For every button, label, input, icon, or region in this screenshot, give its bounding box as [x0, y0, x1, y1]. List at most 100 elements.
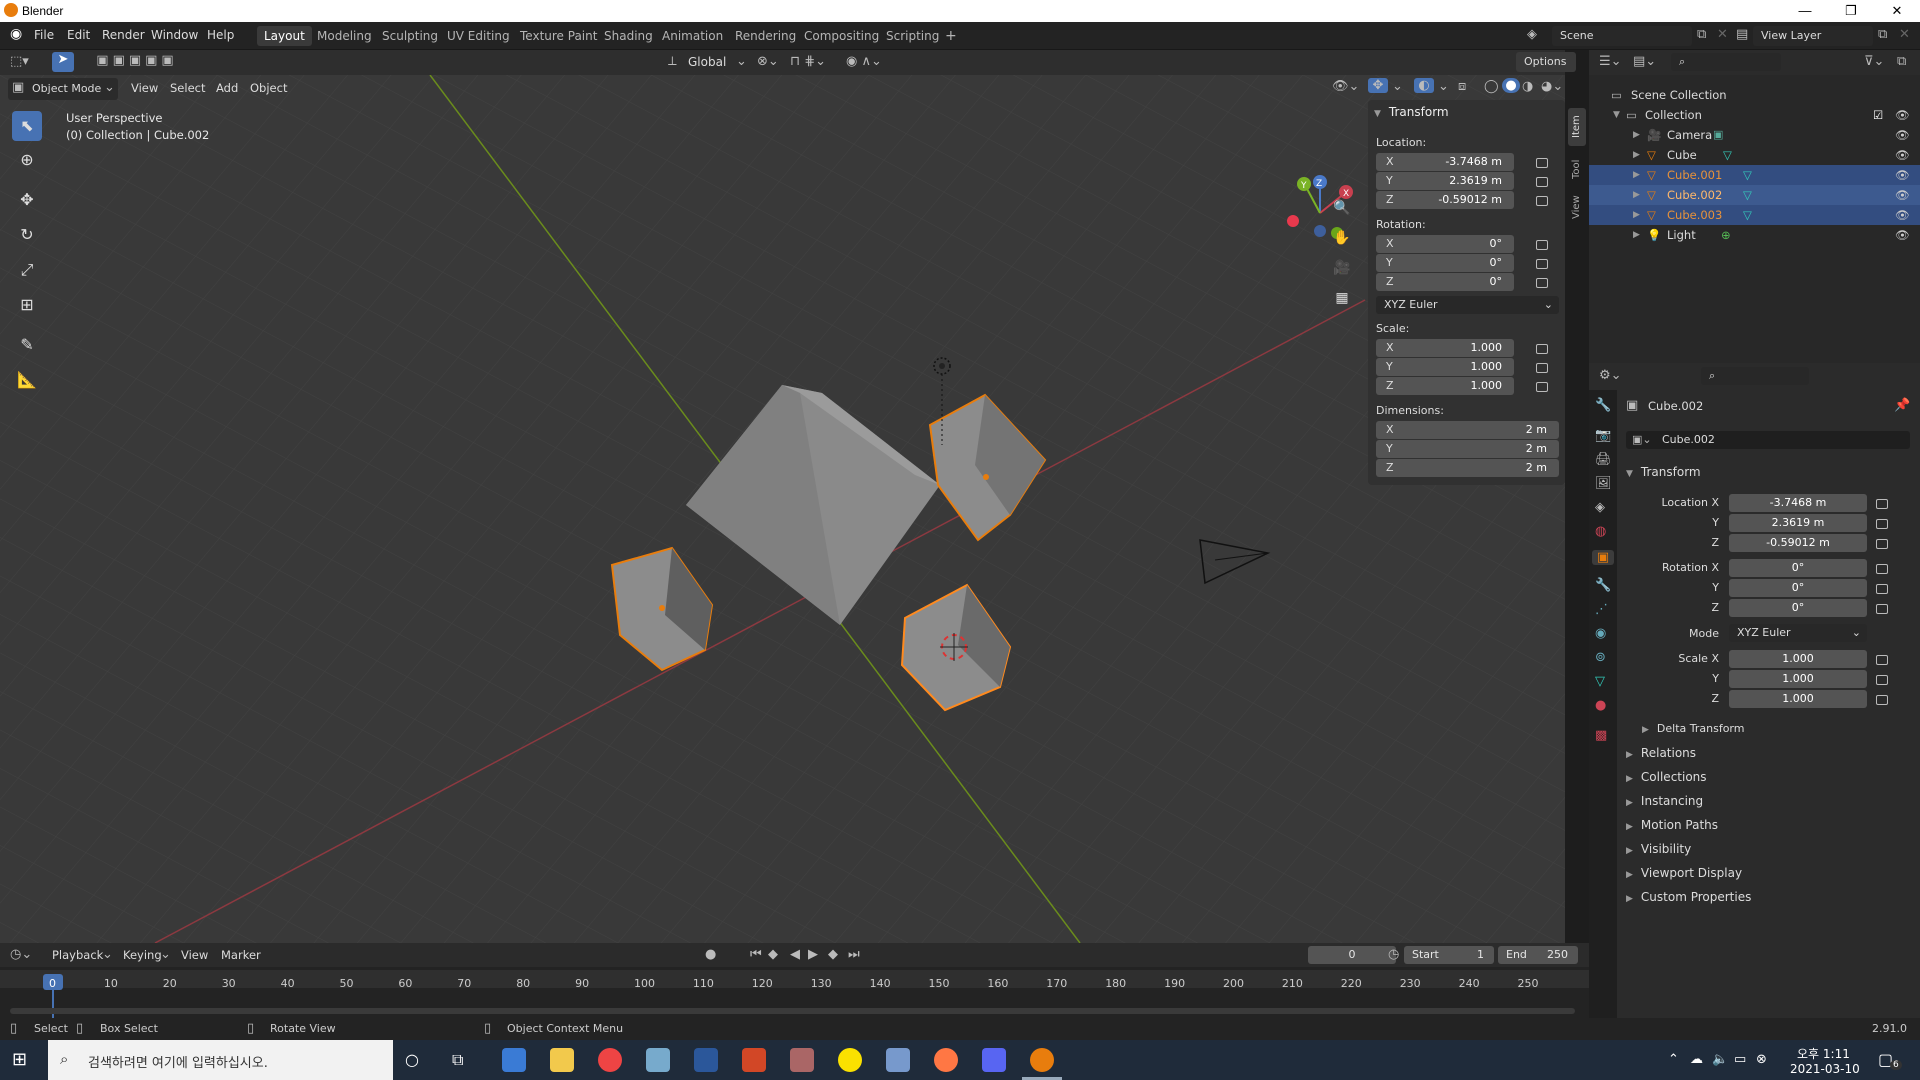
options-dropdown[interactable]: Options	[1516, 52, 1576, 72]
outliner-search-input[interactable]: ⌕	[1671, 53, 1781, 71]
tab-uv-editing[interactable]: UV Editing	[440, 26, 517, 46]
viewport-menu-object[interactable]: Object	[250, 81, 287, 95]
prop-scale-z-field[interactable]: 1.000	[1729, 690, 1867, 708]
cursor-tool[interactable]: ⊕	[12, 145, 42, 175]
lock-icon[interactable]	[1876, 695, 1888, 705]
move-tool[interactable]: ✥	[12, 185, 42, 215]
tab-view[interactable]: View	[1568, 190, 1586, 224]
new-view-layer-icon[interactable]: ⧉	[1878, 27, 1887, 42]
firefox-icon[interactable]	[934, 1048, 958, 1072]
tab-animation[interactable]: Animation	[655, 26, 730, 46]
properties-editor-type-icon[interactable]: ⚙⌄	[1599, 368, 1622, 383]
prop-rotation-z-field[interactable]: 0°	[1729, 599, 1867, 617]
transform-tool[interactable]: ⊞	[12, 290, 42, 320]
camera-view-icon[interactable]: 🎥	[1327, 253, 1357, 283]
lock-icon[interactable]	[1536, 177, 1548, 187]
jump-keyframe-back-icon[interactable]: ◆	[768, 947, 778, 962]
prop-location-z-field[interactable]: -0.59012 m	[1729, 534, 1867, 552]
file-explorer-icon[interactable]	[550, 1048, 574, 1072]
clock-icon[interactable]: ◷	[1388, 947, 1399, 962]
viewport-menu-add[interactable]: Add	[216, 81, 238, 95]
custom-properties-section[interactable]: ▶ Custom Properties	[1626, 890, 1751, 904]
world-tab-icon[interactable]: ◍	[1595, 524, 1606, 539]
object-tab-icon[interactable]: ▣	[1592, 550, 1614, 565]
prop-rotation-y-field[interactable]: 0°	[1729, 579, 1867, 597]
view-layer-selector[interactable]: View Layer	[1753, 26, 1873, 46]
kakaotalk-icon[interactable]	[838, 1048, 862, 1072]
minimize-button[interactable]: —	[1782, 0, 1828, 22]
windows-start-icon[interactable]: ⊞	[12, 1049, 27, 1070]
location-y-field[interactable]: Y 2.3619 m	[1376, 172, 1514, 190]
object-datablock-field[interactable]: ▣⌄ Cube.002	[1626, 431, 1910, 449]
lock-icon[interactable]	[1536, 278, 1548, 288]
lock-icon[interactable]	[1876, 499, 1888, 509]
motion-paths-section[interactable]: ▶ Motion Paths	[1626, 818, 1718, 832]
tab-sculpting[interactable]: Sculpting	[375, 26, 445, 46]
tray-volume-icon[interactable]: 🔈	[1712, 1052, 1728, 1067]
scale-z-field[interactable]: Z 1.000	[1376, 377, 1514, 395]
gizmo-toggle-icon[interactable]: ✥	[1368, 78, 1388, 93]
timeline-menu-view[interactable]: View	[181, 948, 208, 962]
material-tab-icon[interactable]: ●	[1595, 698, 1606, 713]
visibility-section[interactable]: ▶ Visibility	[1626, 842, 1691, 856]
viewport-menu-view[interactable]: View	[131, 81, 158, 95]
pin-icon[interactable]: 📌	[1894, 398, 1910, 413]
selection-mode-icons[interactable]: ▣▣▣▣▣	[92, 53, 182, 68]
wireframe-shading-icon[interactable]: ◯	[1484, 79, 1499, 94]
rendered-shading-icon[interactable]: ◕⌄	[1541, 79, 1563, 94]
prop-location-y-field[interactable]: 2.3619 m	[1729, 514, 1867, 532]
app-icon[interactable]	[646, 1048, 670, 1072]
outliner-item-cube-002[interactable]: ▶ ▽ Cube.002 ▽ 👁	[1589, 185, 1920, 205]
location-x-field[interactable]: X -3.7468 m	[1376, 153, 1514, 171]
lock-icon[interactable]	[1536, 363, 1548, 373]
lock-icon[interactable]	[1536, 196, 1548, 206]
jump-end-icon[interactable]: ⏭	[848, 947, 860, 962]
constraints-tab-icon[interactable]: ⊚	[1595, 650, 1606, 665]
outliner-item-cube[interactable]: ▶ ▽ Cube ▽ 👁	[1589, 145, 1920, 165]
measure-tool[interactable]: 📐	[12, 365, 42, 395]
menu-file[interactable]: File	[34, 28, 54, 42]
outliner-item-cube-003[interactable]: ▶ ▽ Cube.003 ▽ 👁	[1589, 205, 1920, 225]
modifiers-tab-icon[interactable]: 🔧	[1595, 578, 1611, 593]
tab-modeling[interactable]: Modeling	[310, 26, 379, 46]
outliner-collection[interactable]: ▼ ▭ Collection ☑ 👁	[1589, 105, 1920, 125]
chevron-down-icon[interactable]: ⌄	[1392, 79, 1403, 94]
tab-tool[interactable]: Tool	[1568, 152, 1586, 186]
tab-texture-paint[interactable]: Texture Paint	[513, 26, 604, 46]
new-collection-icon[interactable]: ⧉	[1897, 54, 1906, 69]
lock-icon[interactable]	[1536, 382, 1548, 392]
jump-start-icon[interactable]: ⏮	[750, 947, 762, 962]
powerpoint-icon[interactable]	[742, 1048, 766, 1072]
outliner-editor-type-icon[interactable]: ☰⌄	[1599, 54, 1622, 69]
menu-window[interactable]: Window	[151, 28, 198, 42]
lock-icon[interactable]	[1876, 519, 1888, 529]
close-button[interactable]: ✕	[1874, 0, 1920, 22]
object-data-tab-icon[interactable]: ▽	[1595, 674, 1605, 689]
auto-keying-icon[interactable]: ●	[705, 947, 716, 962]
filter-icon[interactable]: ⊽⌄	[1864, 54, 1884, 69]
lock-icon[interactable]	[1876, 564, 1888, 574]
tab-shading[interactable]: Shading	[597, 26, 660, 46]
pan-hand-icon[interactable]: ✋	[1327, 223, 1357, 253]
menu-edit[interactable]: Edit	[67, 28, 90, 42]
transform-panel-header[interactable]: ▼ Transform	[1374, 105, 1449, 119]
taskbar-search-box[interactable]: ⌕ 검색하려면 여기에 입력하십시오.	[48, 1040, 393, 1080]
lock-icon[interactable]	[1876, 655, 1888, 665]
cortana-icon[interactable]: ○	[405, 1050, 419, 1069]
timeline-editor-type-icon[interactable]: ◷⌄	[10, 947, 32, 962]
proportional-editing-icon[interactable]: ◉ ∧⌄	[846, 54, 882, 69]
object-mode-dropdown[interactable]: ▣ Object Mode ⌄	[8, 78, 118, 100]
lock-icon[interactable]	[1876, 604, 1888, 614]
current-frame-field[interactable]: 0	[1308, 946, 1396, 964]
lock-icon[interactable]	[1536, 259, 1548, 269]
location-z-field[interactable]: Z -0.59012 m	[1376, 191, 1514, 209]
jump-keyframe-forward-icon[interactable]: ◆	[828, 947, 838, 962]
zoom-icon[interactable]: 🔍	[1327, 193, 1357, 223]
timeline-menu-keying[interactable]: Keying	[123, 948, 162, 962]
prop-location-x-field[interactable]: -3.7468 m	[1729, 494, 1867, 512]
scale-tool[interactable]: ⤢	[12, 255, 42, 285]
transform-orientation-dropdown[interactable]: Global	[688, 55, 726, 69]
dimensions-x-field[interactable]: X2 m	[1376, 421, 1559, 439]
render-tab-icon[interactable]: 📷	[1595, 428, 1611, 443]
prop-scale-x-field[interactable]: 1.000	[1729, 650, 1867, 668]
